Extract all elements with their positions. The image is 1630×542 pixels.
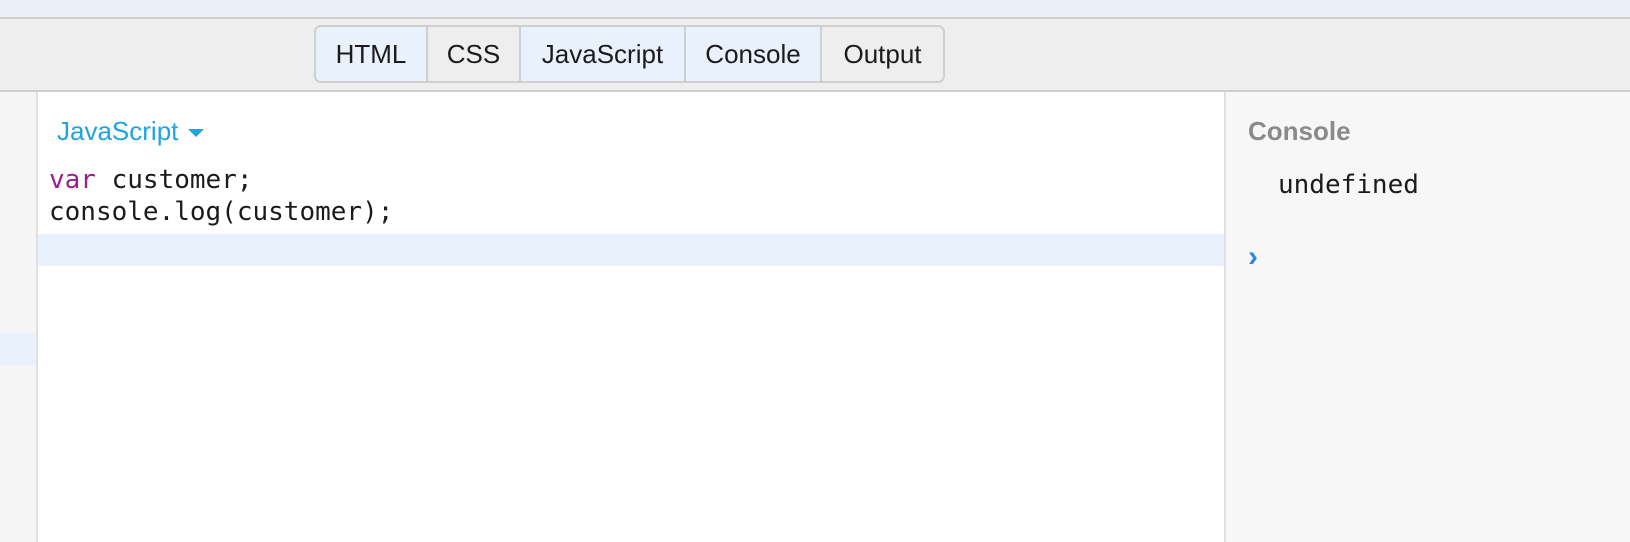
- caret-down-icon: [188, 128, 205, 137]
- tab-javascript[interactable]: JavaScript: [521, 27, 686, 81]
- code-editor[interactable]: JavaScript var customer; console.log(cus…: [38, 92, 1224, 542]
- tab-console[interactable]: Console: [686, 27, 822, 81]
- console-output-line: undefined: [1278, 170, 1419, 200]
- active-line-highlight: [38, 234, 1224, 266]
- gutter-highlight: [0, 333, 36, 365]
- panel-tabs: HTML CSS JavaScript Console Output: [314, 25, 945, 83]
- console-panel: Console undefined ›: [1224, 92, 1630, 542]
- code-content[interactable]: var customer; console.log(customer);: [49, 164, 393, 228]
- line-gutter: [0, 92, 38, 542]
- code-keyword: var: [49, 165, 96, 195]
- chevron-right-icon[interactable]: ›: [1248, 242, 1258, 272]
- console-title: Console: [1248, 116, 1351, 146]
- code-line-1-rest: customer;: [95, 165, 253, 195]
- code-line-2: console.log(customer);: [49, 197, 394, 227]
- tab-html[interactable]: HTML: [316, 27, 428, 81]
- language-dropdown[interactable]: JavaScript: [57, 116, 205, 147]
- tab-output[interactable]: Output: [822, 27, 943, 81]
- tab-css[interactable]: CSS: [428, 27, 521, 81]
- language-label: JavaScript: [57, 116, 179, 146]
- top-strip: [0, 0, 1630, 19]
- toolbar: HTML CSS JavaScript Console Output: [0, 19, 1630, 92]
